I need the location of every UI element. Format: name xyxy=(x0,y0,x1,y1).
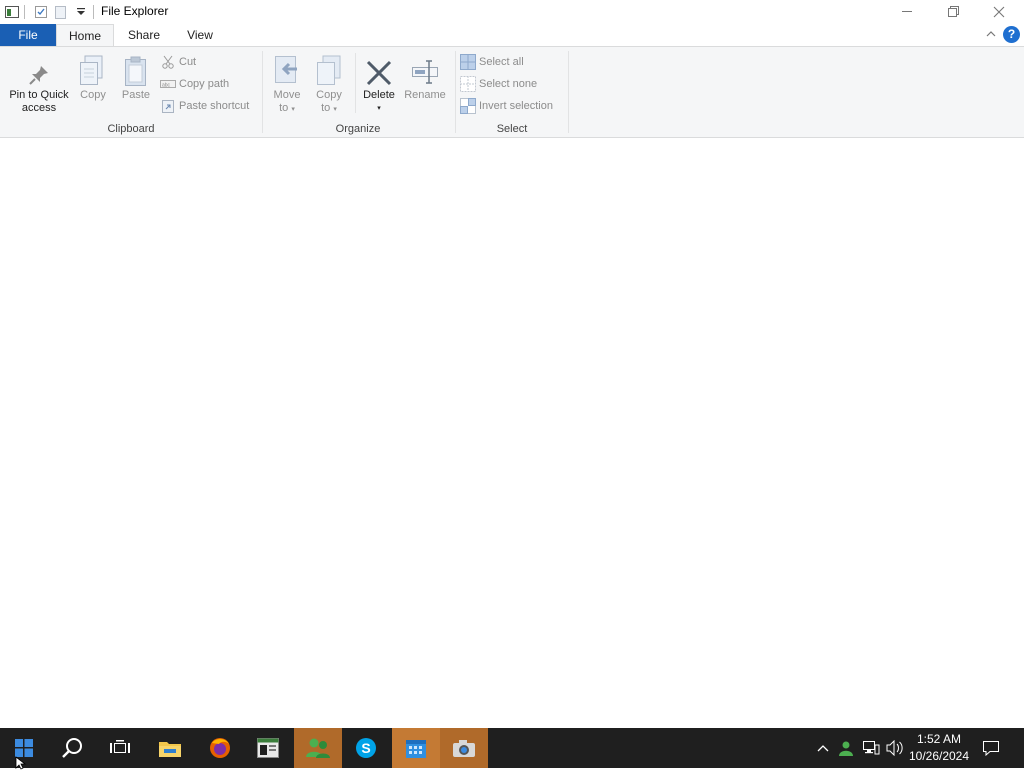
chevron-up-icon xyxy=(817,745,829,752)
copy-to-icon xyxy=(317,55,341,85)
taskbar: S 1:52 AM 10/26/2024 xyxy=(0,728,1024,768)
tab-home[interactable]: Home xyxy=(56,24,114,46)
select-all-button[interactable]: Select all xyxy=(460,53,524,71)
skype-icon: S xyxy=(356,738,376,758)
app-window-icon xyxy=(257,738,279,758)
copy-path-button[interactable]: abc Copy path xyxy=(160,75,229,93)
properties-icon[interactable] xyxy=(33,4,49,20)
camera-icon xyxy=(453,740,475,757)
system-clock[interactable]: 1:52 AM 10/26/2024 xyxy=(906,731,972,765)
new-folder-icon[interactable] xyxy=(53,4,69,20)
taskbar-camera[interactable] xyxy=(440,728,488,768)
volume-button[interactable] xyxy=(884,728,906,768)
restore-button[interactable] xyxy=(931,0,977,24)
restore-icon xyxy=(948,6,959,17)
taskbar-calendar[interactable] xyxy=(392,728,440,768)
folder-icon xyxy=(159,742,181,757)
clock-date: 10/26/2024 xyxy=(908,749,970,763)
task-view-icon xyxy=(110,740,130,753)
select-none-button[interactable]: Select none xyxy=(460,75,537,93)
users-icon xyxy=(306,738,330,758)
select-all-icon xyxy=(460,54,476,70)
paste-icon xyxy=(125,56,146,86)
close-icon xyxy=(993,6,1005,18)
clipboard-group: Pin to Quick access Copy Paste Cut abc C… xyxy=(0,47,262,137)
firefox-icon xyxy=(210,738,230,758)
move-to-icon xyxy=(275,56,297,83)
invert-selection-button[interactable]: Invert selection xyxy=(460,97,553,115)
svg-text:abc: abc xyxy=(162,83,171,89)
rename-button[interactable]: Rename xyxy=(402,53,448,102)
user-tray-button[interactable] xyxy=(836,728,856,768)
move-to-button[interactable]: Move to ▾ xyxy=(267,53,307,116)
title-bar: File Explorer xyxy=(0,0,1024,24)
minimize-icon xyxy=(902,11,912,12)
copy-path-icon: abc xyxy=(160,80,176,89)
ribbon: Pin to Quick access Copy Paste Cut abc C… xyxy=(0,46,1024,138)
taskbar-users-app[interactable] xyxy=(294,728,342,768)
delete-x-icon xyxy=(366,60,392,86)
select-none-icon xyxy=(460,76,476,92)
network-icon xyxy=(863,741,880,755)
content-area[interactable] xyxy=(0,138,1024,728)
window-title: File Explorer xyxy=(101,4,169,18)
rename-icon xyxy=(412,60,438,84)
windows-logo-icon xyxy=(15,739,33,757)
show-hidden-icons-button[interactable] xyxy=(812,728,834,768)
select-group: Select all Select none Invert selection … xyxy=(456,47,568,137)
organize-group: Move to ▾ Copy to ▾ Delete ▾ Rename Orga… xyxy=(263,47,453,137)
search-icon xyxy=(62,738,82,758)
scissors-icon xyxy=(162,55,174,69)
clipboard-group-label: Clipboard xyxy=(107,123,155,135)
organize-group-label: Organize xyxy=(335,123,381,135)
tab-share[interactable]: Share xyxy=(116,24,172,46)
explorer-window-icon xyxy=(4,4,20,20)
network-button[interactable] xyxy=(860,728,882,768)
minimize-button[interactable] xyxy=(885,0,931,24)
cut-button[interactable]: Cut xyxy=(160,53,196,71)
search-button[interactable] xyxy=(48,728,96,768)
close-button[interactable] xyxy=(976,0,1022,24)
paste-button[interactable]: Paste xyxy=(116,53,156,102)
collapse-ribbon-icon[interactable] xyxy=(984,27,998,41)
taskbar-firefox[interactable] xyxy=(196,728,244,768)
tab-file[interactable]: File xyxy=(0,24,56,46)
user-tray-icon xyxy=(839,741,853,756)
pin-icon xyxy=(29,66,48,85)
action-center-button[interactable] xyxy=(978,728,1004,768)
tab-view[interactable]: View xyxy=(174,24,226,46)
taskbar-file-explorer[interactable] xyxy=(146,728,194,768)
quick-access-toolbar xyxy=(0,3,98,21)
copy-to-button[interactable]: Copy to ▾ xyxy=(309,53,349,116)
select-group-label: Select xyxy=(496,123,528,135)
customize-toolbar-icon[interactable] xyxy=(73,4,89,20)
taskbar-app-window[interactable] xyxy=(244,728,292,768)
svg-text:S: S xyxy=(361,740,370,756)
paste-shortcut-icon xyxy=(162,100,174,113)
help-icon[interactable]: ? xyxy=(1003,26,1020,43)
copy-button[interactable]: Copy xyxy=(74,53,112,102)
invert-selection-icon xyxy=(460,98,476,114)
notification-icon xyxy=(983,741,999,756)
pin-to-quick-access-button[interactable]: Pin to Quick access xyxy=(4,53,74,115)
clock-time: 1:52 AM xyxy=(916,732,962,746)
copy-icon xyxy=(80,55,103,85)
delete-button[interactable]: Delete ▾ xyxy=(358,53,400,115)
taskbar-skype[interactable]: S xyxy=(342,728,390,768)
ribbon-tab-bar: File Home Share View xyxy=(0,24,1024,46)
paste-shortcut-button[interactable]: Paste shortcut xyxy=(160,97,249,115)
speaker-icon xyxy=(886,740,903,756)
calendar-icon xyxy=(406,740,426,758)
task-view-button[interactable] xyxy=(96,728,144,768)
